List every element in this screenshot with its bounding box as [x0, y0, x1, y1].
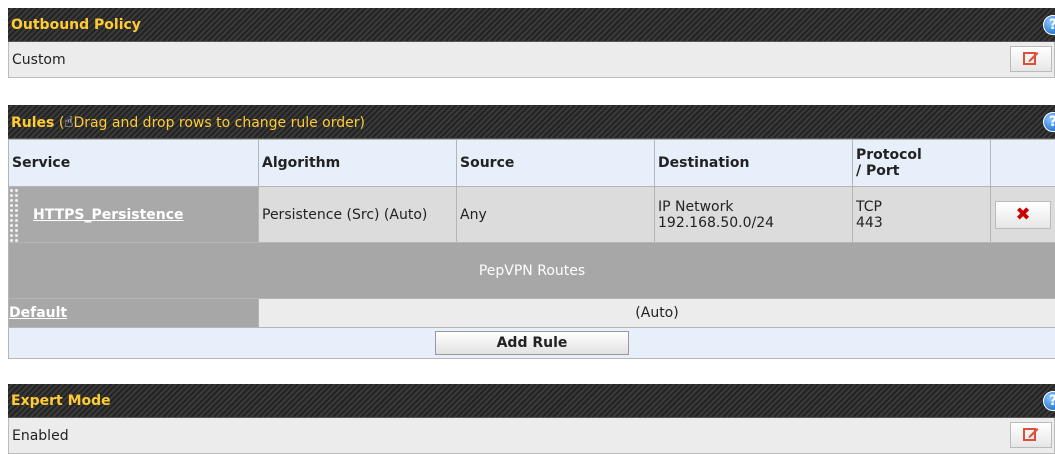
delete-icon: ✖: [1015, 204, 1030, 225]
outbound-policy-title: Outbound Policy: [8, 17, 141, 33]
outbound-policy-row: Custom: [8, 42, 1055, 78]
help-icon[interactable]: ?: [1043, 112, 1055, 132]
rules-table: Service Algorithm Source Destination Pro…: [8, 139, 1055, 359]
expert-mode-value: Enabled: [12, 428, 69, 444]
rules-table-header: Service Algorithm Source Destination Pro…: [9, 140, 1055, 187]
rule-destination-network: 192.168.50.0/24: [658, 215, 774, 231]
outbound-policy-edit-button[interactable]: [1010, 46, 1052, 72]
pepvpn-routes-label: PepVPN Routes: [9, 243, 1055, 299]
column-destination: Destination: [655, 140, 853, 187]
expert-mode-title: Expert Mode: [8, 393, 111, 409]
rule-algorithm: Persistence (Src) (Auto): [259, 187, 457, 243]
column-service: Service: [9, 140, 259, 187]
outbound-policy-panel: Outbound Policy ? Custom: [8, 8, 1055, 78]
rules-subtitle-open: (: [54, 115, 64, 131]
add-rule-button[interactable]: Add Rule: [435, 331, 629, 355]
rule-port: 443: [856, 215, 883, 231]
delete-rule-button[interactable]: ✖: [995, 201, 1051, 229]
edit-icon: [1023, 426, 1039, 445]
help-icon[interactable]: ?: [1043, 15, 1055, 35]
default-rule-value: (Auto): [259, 299, 1055, 328]
rule-destination-type: IP Network: [658, 199, 733, 215]
rule-actions: ✖: [991, 187, 1055, 243]
add-rule-row: Add Rule: [9, 328, 1055, 359]
expert-mode-header: Expert Mode ?: [8, 384, 1055, 418]
rules-panel: Rules (☝Drag and drop rows to change rul…: [8, 105, 1055, 359]
default-rule-cell: Default: [9, 299, 259, 328]
expert-mode-row: Enabled: [8, 418, 1055, 454]
default-rule-row: Default (Auto): [9, 299, 1055, 328]
rule-service-link[interactable]: HTTPS_Persistence: [33, 207, 184, 223]
column-actions: [991, 140, 1055, 187]
table-row[interactable]: HTTPS_Persistence Persistence (Src) (Aut…: [9, 187, 1055, 243]
rule-protocol-port: TCP 443: [853, 187, 991, 243]
expert-mode-panel: Expert Mode ? Enabled: [8, 384, 1055, 454]
default-rule-link[interactable]: Default: [9, 305, 67, 321]
drag-handle-icon[interactable]: [9, 188, 19, 242]
rule-destination: IP Network 192.168.50.0/24: [655, 187, 853, 243]
column-protocol-port: Protocol/ Port: [853, 140, 991, 187]
rules-title: Rules (☝Drag and drop rows to change rul…: [8, 113, 365, 131]
expert-mode-edit-button[interactable]: [1010, 422, 1052, 448]
column-source: Source: [457, 140, 655, 187]
rules-subtitle: Drag and drop rows to change rule order): [73, 115, 365, 131]
pepvpn-routes-row: PepVPN Routes: [9, 243, 1055, 299]
outbound-policy-value: Custom: [12, 52, 66, 68]
rule-protocol: TCP: [856, 199, 882, 215]
outbound-policy-header: Outbound Policy ?: [8, 8, 1055, 42]
rule-service-cell[interactable]: HTTPS_Persistence: [9, 187, 259, 243]
rules-header: Rules (☝Drag and drop rows to change rul…: [8, 105, 1055, 139]
help-icon[interactable]: ?: [1043, 391, 1055, 411]
add-rule-cell: Add Rule: [9, 328, 1055, 359]
rule-source: Any: [457, 187, 655, 243]
rules-title-label: Rules: [11, 115, 54, 131]
column-algorithm: Algorithm: [259, 140, 457, 187]
edit-icon: [1023, 50, 1039, 69]
